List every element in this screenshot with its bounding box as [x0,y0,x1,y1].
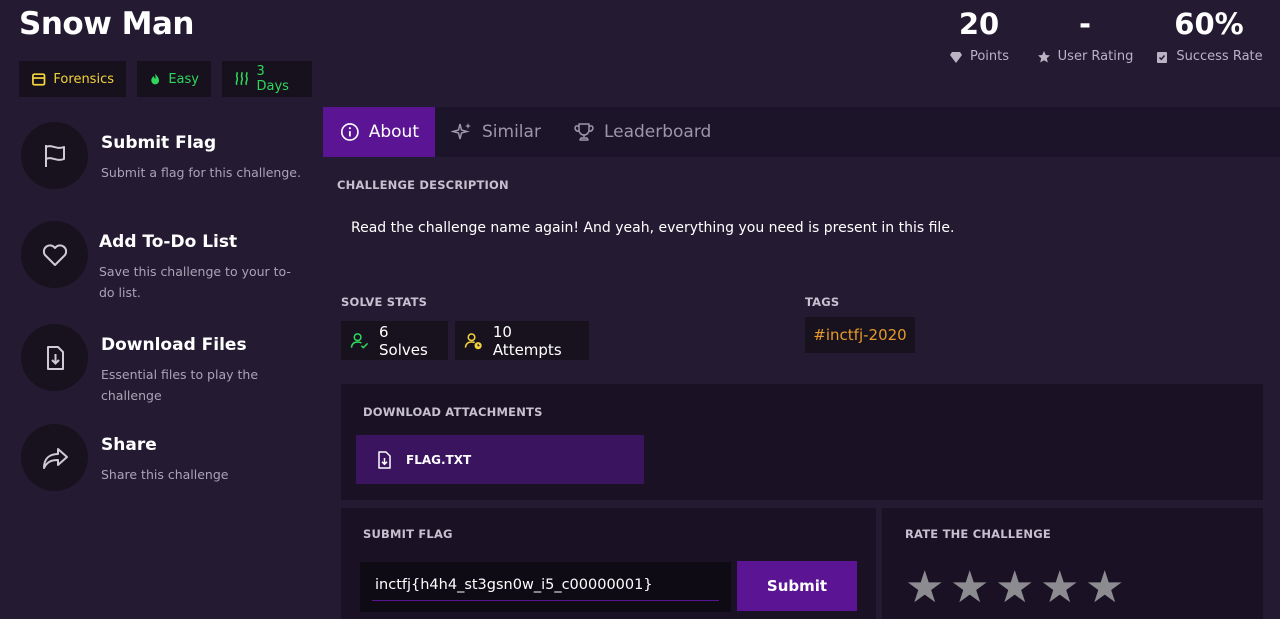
star-rating-1[interactable]: ★ [905,566,944,610]
user-check-icon [350,332,369,349]
submit-flag-action[interactable]: Submit Flag Submit a flag for this chall… [21,122,301,189]
tab-similar[interactable]: Similar [435,107,557,157]
submit-flag-desc: Submit a flag for this challenge. [101,165,301,180]
submit-button[interactable]: Submit [737,561,857,611]
user-rating-stat: - User Rating [1030,4,1140,64]
tab-leaderboard[interactable]: Leaderboard [557,107,727,157]
add-todo-desc: Save this challenge to your to-do list. [99,264,291,300]
category-badge: Forensics [19,61,126,97]
gem-icon [949,51,962,63]
user-rating-label: User Rating [1057,49,1134,64]
star-icon [1037,50,1050,62]
heat-icon [235,71,248,86]
share-action[interactable]: Share Share this challenge [21,424,301,491]
tags-label: TAGS [805,295,840,309]
submit-flag-title: Submit Flag [101,133,217,153]
download-files-circle[interactable] [21,324,88,391]
star-rating-3[interactable]: ★ [995,566,1034,610]
add-todo-title: Add To-Do List [99,232,238,252]
solves-pill: 6 Solves [341,321,448,360]
flag-input-underline [372,600,719,601]
success-rate-stat: 60% Success Rate [1150,4,1268,64]
file-download-icon [378,450,391,469]
tab-about[interactable]: About [323,107,435,157]
share-desc: Share this challenge [101,467,229,482]
difficulty-badge: Easy [137,61,211,97]
star-rating-2[interactable]: ★ [950,566,989,610]
attachment-flag-txt[interactable]: FLAG.TXT [356,435,644,484]
user-clock-icon [464,332,482,349]
user-rating-value: - [1078,7,1092,41]
share-circle[interactable] [21,424,88,491]
download-attachments-label: DOWNLOAD ATTACHMENTS [363,405,543,419]
points-stat: 20 Points [938,4,1020,64]
download-files-desc: Essential files to play the challenge [101,367,259,403]
solve-stats-label: SOLVE STATS [341,295,428,309]
success-rate-value: 60% [1174,7,1244,41]
submit-flag-label: SUBMIT FLAG [363,527,453,541]
add-todo-circle[interactable] [21,221,88,288]
heart-icon [42,243,67,266]
download-files-action[interactable]: Download Files Essential files to play t… [21,324,266,406]
attempts-pill: 10 Attempts [455,321,589,360]
share-title: Share [101,435,157,455]
challenge-tabs: About Similar Leaderboard [323,107,1280,157]
points-value: 20 [958,7,1000,41]
submit-flag-circle[interactable] [21,122,88,189]
tab-leaderboard-label: Leaderboard [603,122,712,142]
sparkle-icon [451,123,471,140]
attachment-name: FLAG.TXT [406,452,472,467]
tag-chip[interactable]: #inctfj-2020 [805,317,915,353]
star-rating-4[interactable]: ★ [1040,566,1079,610]
challenge-description: Read the challenge name again! And yeah,… [351,220,955,236]
star-rating-5[interactable]: ★ [1085,566,1124,610]
challenge-badges: Forensics Easy 3 Days [19,61,312,97]
share-icon [42,447,68,469]
add-todo-action[interactable]: Add To-Do List Save this challenge to yo… [21,221,299,303]
attempts-count: 10 Attempts [492,322,562,359]
box-icon [32,73,46,86]
duration-badge: 3 Days [222,61,312,97]
flag-input[interactable]: inctfj{h4h4_st3gsn0w_i5_c00000001} [360,562,731,612]
clipboard-check-icon [1157,51,1168,63]
solves-count: 6 Solves [379,322,428,359]
file-download-icon [46,345,64,370]
flag-input-value: inctfj{h4h4_st3gsn0w_i5_c00000001} [375,577,653,593]
rate-challenge-label: RATE THE CHALLENGE [905,527,1051,541]
challenge-description-label: CHALLENGE DESCRIPTION [337,178,509,192]
flag-icon [44,144,65,167]
download-files-title: Download Files [101,335,247,355]
success-rate-label: Success Rate [1176,49,1263,64]
category-label: Forensics [53,71,114,87]
tab-similar-label: Similar [482,122,541,142]
rating-stars: ★ ★ ★ ★ ★ [905,566,1124,610]
trophy-icon [574,123,594,141]
points-label: Points [969,49,1010,64]
challenge-title: Snow Man [19,6,194,42]
difficulty-label: Easy [168,71,199,87]
info-icon [340,123,359,141]
duration-label: 3 Days [256,64,289,94]
tab-about-label: About [368,122,419,142]
flame-icon [151,73,160,85]
